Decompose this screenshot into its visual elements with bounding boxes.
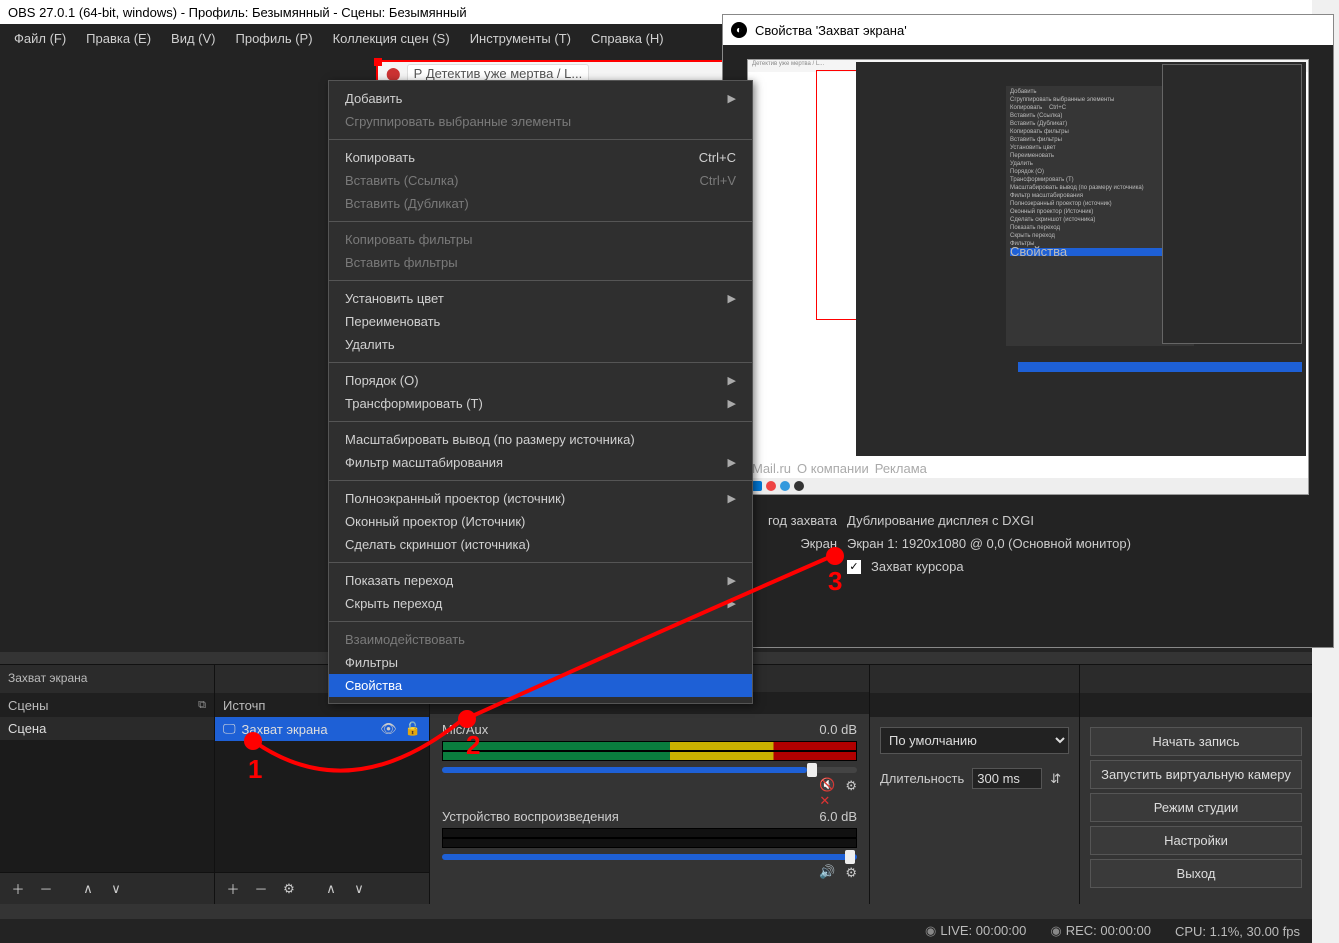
ctx-order[interactable]: Порядок (O)▶ xyxy=(329,369,752,392)
mixer-ch-db: 6.0 dB xyxy=(819,809,857,824)
annotation-number-1: 1 xyxy=(248,754,262,785)
ctx-paste-ref: Вставить (Ссылка)Ctrl+V xyxy=(329,169,752,192)
properties-window[interactable]: ◐ Свойства 'Захват экрана' Детектив уже … xyxy=(722,14,1334,648)
channel-settings-icon[interactable]: ⚙ xyxy=(845,778,857,794)
channel-settings-icon[interactable]: ⚙ xyxy=(845,865,857,881)
status-rec: REC: 00:00:00 xyxy=(1050,923,1151,939)
ctx-set-color[interactable]: Установить цвет▶ xyxy=(329,287,752,310)
transitions-dock: По умолчанию Длительность ⇵ xyxy=(870,665,1080,904)
transition-select[interactable]: По умолчанию xyxy=(880,727,1069,754)
mixer-ch-db: 0.0 dB xyxy=(819,722,857,737)
audio-meter xyxy=(442,741,857,751)
ctx-windowed-proj[interactable]: Оконный проектор (Источник) xyxy=(329,510,752,533)
obs-icon: ◐ xyxy=(731,22,747,38)
sources-header: Источп xyxy=(223,698,265,713)
annotation-dot-2 xyxy=(458,710,476,728)
add-scene-button[interactable]: ＋ xyxy=(8,879,28,899)
status-bar: LIVE: 00:00:00 REC: 00:00:00 CPU: 1.1%, … xyxy=(0,919,1312,943)
studio-mode-button[interactable]: Режим студии xyxy=(1090,793,1302,822)
scenes-toolbar: ＋ － ∧ ∨ xyxy=(0,872,214,904)
properties-titlebar[interactable]: ◐ Свойства 'Захват экрана' xyxy=(723,15,1333,45)
popout-icon[interactable]: ⧉ xyxy=(198,699,206,712)
remove-scene-button[interactable]: － xyxy=(36,879,56,899)
ctx-paste-filters: Вставить фильтры xyxy=(329,251,752,274)
exit-button[interactable]: Выход xyxy=(1090,859,1302,888)
properties-preview: Детектив уже мертва / L... ДобавитьСгруп… xyxy=(747,59,1309,495)
scene-up-button[interactable]: ∧ xyxy=(78,879,98,899)
start-recording-button[interactable]: Начать запись xyxy=(1090,727,1302,756)
ctx-scale-filter[interactable]: Фильтр масштабирования▶ xyxy=(329,451,752,474)
annotation-dot-1 xyxy=(244,732,262,750)
capture-cursor-label: Захват курсора xyxy=(871,559,964,574)
menu-edit[interactable]: Правка (E) xyxy=(76,27,161,50)
preview-label: Захват экрана xyxy=(0,665,214,693)
ctx-copy-filters: Копировать фильтры xyxy=(329,228,752,251)
ctx-filters[interactable]: Фильтры xyxy=(329,651,752,674)
controls-dock: Начать запись Запустить виртуальную каме… xyxy=(1080,665,1312,904)
stepper-icon[interactable]: ⇵ xyxy=(1050,771,1061,787)
speaker-icon[interactable]: 🔊 xyxy=(819,864,837,882)
volume-slider[interactable] xyxy=(442,767,857,773)
source-down-button[interactable]: ∨ xyxy=(349,879,369,899)
ctx-fit-output[interactable]: Масштабировать вывод (по размеру источни… xyxy=(329,428,752,451)
mixer-channel-playback: Устройство воспроизведения 6.0 dB 🔊 ⚙ xyxy=(442,809,857,882)
ctx-properties[interactable]: Свойства xyxy=(329,674,752,697)
menu-help[interactable]: Справка (H) xyxy=(581,27,674,50)
capture-method-label: год захвата xyxy=(747,513,837,528)
monitor-icon: 🖵 xyxy=(223,721,236,737)
capture-cursor-checkbox[interactable]: ✓ xyxy=(847,560,861,574)
annotation-dot-3 xyxy=(826,547,844,565)
source-settings-button[interactable]: ⚙ xyxy=(279,879,299,899)
settings-button[interactable]: Настройки xyxy=(1090,826,1302,855)
scenes-dock: Захват экрана Сцены ⧉ Сцена ＋ － ∧ ∨ xyxy=(0,665,215,904)
remove-source-button[interactable]: － xyxy=(251,879,271,899)
ctx-rename[interactable]: Переименовать xyxy=(329,310,752,333)
menu-tools[interactable]: Инструменты (T) xyxy=(460,27,581,50)
menu-scene-collection[interactable]: Коллекция сцен (S) xyxy=(323,27,460,50)
audio-meter xyxy=(442,751,857,761)
audio-meter xyxy=(442,828,857,838)
source-up-button[interactable]: ∧ xyxy=(321,879,341,899)
ctx-add[interactable]: Добавить▶ xyxy=(329,87,752,110)
status-live: LIVE: 00:00:00 xyxy=(925,923,1026,939)
capture-method-value[interactable]: Дублирование дисплея с DXGI xyxy=(847,513,1309,528)
annotation-number-3: 3 xyxy=(828,566,842,597)
ctx-show-transition[interactable]: Показать переход▶ xyxy=(329,569,752,592)
status-cpu: CPU: 1.1%, 30.00 fps xyxy=(1175,924,1300,939)
mute-icon[interactable]: 🔇✕ xyxy=(819,777,837,795)
ctx-fullscreen-proj[interactable]: Полноэкранный проектор (источник)▶ xyxy=(329,487,752,510)
audio-meter xyxy=(442,838,857,848)
mixer-channel-mic: Mic/Aux0.0 dB 🔇✕⚙ xyxy=(442,722,857,795)
add-source-button[interactable]: ＋ xyxy=(223,879,243,899)
menu-profile[interactable]: Профиль (P) xyxy=(226,27,323,50)
menu-view[interactable]: Вид (V) xyxy=(161,27,225,50)
mixer-ch-name: Устройство воспроизведения xyxy=(442,809,619,824)
ctx-interact: Взаимодействовать xyxy=(329,628,752,651)
ctx-paste-dup: Вставить (Дубликат) xyxy=(329,192,752,215)
source-context-menu: Добавить▶ Сгруппировать выбранные элемен… xyxy=(328,80,753,704)
ctx-transform[interactable]: Трансформировать (T)▶ xyxy=(329,392,752,415)
scene-down-button[interactable]: ∨ xyxy=(106,879,126,899)
properties-title-text: Свойства 'Захват экрана' xyxy=(755,23,907,38)
start-virtual-cam-button[interactable]: Запустить виртуальную камеру xyxy=(1090,760,1302,789)
scenes-header: Сцены xyxy=(8,698,48,713)
screen-label: Экран xyxy=(747,536,837,551)
volume-slider[interactable] xyxy=(442,854,857,860)
screen-value[interactable]: Экран 1: 1920x1080 @ 0,0 (Основной монит… xyxy=(847,536,1309,551)
annotation-number-2: 2 xyxy=(466,730,480,761)
duration-input[interactable] xyxy=(972,768,1042,789)
sources-toolbar: ＋ － ⚙ ∧ ∨ xyxy=(215,872,429,904)
ctx-copy[interactable]: КопироватьCtrl+C xyxy=(329,146,752,169)
menu-file[interactable]: Файл (F) xyxy=(4,27,76,50)
lock-icon[interactable]: 🔓 xyxy=(405,721,421,737)
window-title-text: OBS 27.0.1 (64-bit, windows) - Профиль: … xyxy=(8,5,467,20)
visibility-icon[interactable]: 👁 xyxy=(380,721,397,737)
scene-item[interactable]: Сцена xyxy=(0,717,214,740)
ctx-screenshot[interactable]: Сделать скриншот (источника) xyxy=(329,533,752,556)
duration-label: Длительность xyxy=(880,771,964,786)
ctx-hide-transition[interactable]: Скрыть переход▶ xyxy=(329,592,752,615)
ctx-group: Сгруппировать выбранные элементы xyxy=(329,110,752,133)
ctx-remove[interactable]: Удалить xyxy=(329,333,752,356)
